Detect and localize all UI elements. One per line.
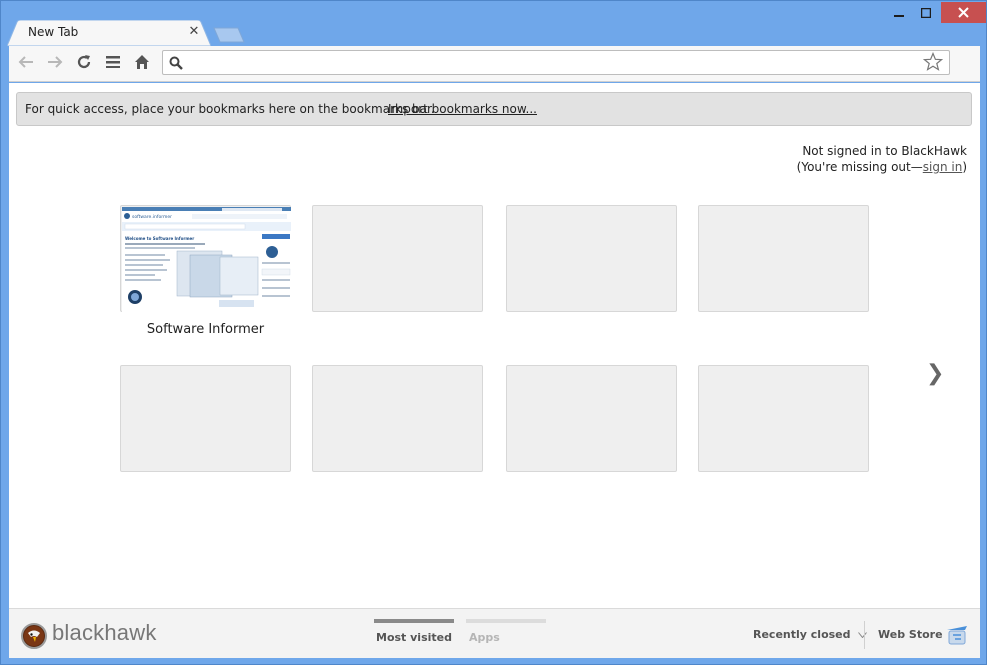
- recently-closed-menu[interactable]: Recently closed: [753, 628, 868, 641]
- back-arrow-icon: [18, 56, 33, 68]
- thumbnail-heading: Welcome to Software Informer: [125, 236, 194, 241]
- tab-close-icon[interactable]: ✕: [188, 24, 200, 39]
- signin-line2: (You're missing out—sign in): [797, 159, 967, 175]
- most-visited-tile-empty: [312, 205, 483, 312]
- import-bookmarks-link[interactable]: Import bookmarks now...: [388, 102, 537, 116]
- reload-button[interactable]: [73, 51, 95, 73]
- minimize-button[interactable]: [885, 3, 912, 23]
- ntp-footer: blackhawk Most visited Apps Recently clo…: [9, 608, 980, 658]
- thumbnail-image: software.informer Welcome to Software In…: [122, 207, 291, 312]
- forward-button[interactable]: [44, 51, 66, 73]
- brand-name: blackhawk: [52, 620, 157, 645]
- most-visited-tile-empty: [312, 365, 483, 472]
- tab-apps[interactable]: Apps: [466, 619, 546, 653]
- tab-apps-label: Apps: [469, 631, 500, 644]
- hawk-icon: [24, 626, 44, 646]
- home-icon: [135, 55, 149, 69]
- menu-button[interactable]: [102, 51, 124, 73]
- maximize-button[interactable]: [912, 3, 939, 23]
- signin-suffix: ): [962, 160, 967, 174]
- chevron-down-icon: [858, 632, 868, 639]
- web-store-icon[interactable]: [945, 622, 969, 646]
- most-visited-tile[interactable]: software.informer Welcome to Software In…: [120, 205, 291, 312]
- signin-prefix: (You're missing out—: [796, 160, 923, 174]
- signin-promo: Not signed in to BlackHawk (You're missi…: [797, 143, 967, 175]
- home-button[interactable]: [131, 51, 153, 73]
- next-page-chevron-icon[interactable]: ❯: [926, 361, 944, 386]
- most-visited-tile-empty: [698, 365, 869, 472]
- signin-link[interactable]: sign in: [923, 160, 963, 174]
- tab-indicator-inactive: [466, 619, 546, 623]
- tab-indicator-active: [374, 619, 454, 623]
- most-visited-tile-empty: [506, 365, 677, 472]
- web-store-link[interactable]: Web Store: [878, 628, 943, 641]
- tile-thumbnail: software.informer Welcome to Software In…: [122, 207, 291, 312]
- omnibox-input[interactable]: [189, 53, 919, 72]
- omnibox[interactable]: [162, 50, 950, 75]
- most-visited-tile-empty: [506, 205, 677, 312]
- reload-icon: [77, 55, 91, 69]
- signin-status: Not signed in to BlackHawk: [802, 144, 967, 158]
- bookmark-bar: For quick access, place your bookmarks h…: [16, 92, 972, 126]
- new-tab-button[interactable]: [213, 27, 245, 43]
- browser-window: New Tab ✕ For quick access, place your b…: [0, 0, 987, 665]
- bookmark-bar-message: For quick access, place your bookmarks h…: [25, 102, 435, 116]
- most-visited-tile-empty: [698, 205, 869, 312]
- tab-title: New Tab: [28, 25, 79, 39]
- close-window-button[interactable]: [941, 2, 986, 23]
- back-button[interactable]: [15, 51, 37, 73]
- recently-closed-label: Recently closed: [753, 628, 851, 641]
- thumbnail-site-name: software.informer: [132, 214, 172, 220]
- bookmark-star-icon[interactable]: [923, 52, 943, 72]
- maximize-icon: [920, 8, 931, 18]
- tab-most-visited[interactable]: Most visited: [374, 619, 454, 653]
- forward-arrow-icon: [48, 56, 63, 68]
- tab-most-visited-label: Most visited: [376, 631, 452, 644]
- tab-strip: New Tab ✕: [1, 1, 986, 46]
- toolbar: [9, 46, 980, 82]
- tile-label[interactable]: Software Informer: [120, 322, 291, 337]
- hamburger-menu-icon: [106, 56, 120, 68]
- most-visited-tile-empty: [120, 365, 291, 472]
- minimize-icon: [893, 15, 904, 17]
- footer-divider: [864, 621, 865, 649]
- close-icon: [958, 7, 969, 18]
- search-icon: [169, 56, 183, 70]
- blackhawk-logo-icon: [21, 623, 47, 649]
- new-tab-page: For quick access, place your bookmarks h…: [9, 83, 980, 608]
